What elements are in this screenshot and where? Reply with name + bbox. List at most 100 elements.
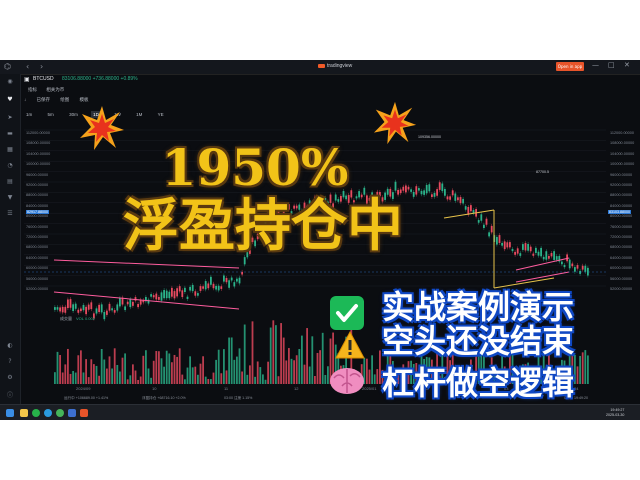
volume-bar xyxy=(223,349,225,384)
candle-body xyxy=(171,287,173,297)
interval-5m[interactable]: 5m xyxy=(46,111,56,118)
trendline-gold-bottom[interactable] xyxy=(493,277,555,289)
candle-body xyxy=(516,248,519,254)
candle-body xyxy=(485,218,488,225)
volume-bar xyxy=(303,364,306,384)
y-tick: 108000.00000 xyxy=(610,141,635,146)
candle-body xyxy=(451,190,454,196)
filter-icon[interactable]: ▼ xyxy=(6,194,14,201)
toolbar-saved[interactable]: 已保存 xyxy=(37,97,51,102)
volume-bar xyxy=(178,348,181,384)
grid-icon[interactable]: ▦ xyxy=(6,146,14,153)
volume-bar xyxy=(176,356,178,384)
volume-value: VOL 0.002 xyxy=(76,316,95,321)
browser-icon[interactable] xyxy=(44,409,52,417)
explorer-icon[interactable] xyxy=(20,409,28,417)
candle-body xyxy=(436,189,438,196)
y-tick: 100000.00000 xyxy=(610,162,635,167)
channel-lower[interactable] xyxy=(515,271,570,283)
candle-body xyxy=(87,304,90,310)
candle-body xyxy=(225,277,228,283)
candle-body xyxy=(540,247,542,257)
app-window: ⌬ ‹ › tradingview Open in app — □ ✕ ◉ ♥ … xyxy=(0,60,640,420)
candle-body xyxy=(210,276,212,285)
chart-icon[interactable]: ▤ xyxy=(6,178,14,185)
candle-body xyxy=(155,293,158,300)
candle-body xyxy=(563,264,566,268)
candle-body xyxy=(527,243,529,251)
candle-body xyxy=(72,304,74,312)
open-in-app-button[interactable]: Open in app xyxy=(556,62,584,71)
y-tick: 76000.00000 xyxy=(610,224,633,229)
candle-body xyxy=(158,296,160,300)
forward-icon[interactable]: › xyxy=(40,62,43,72)
maximize-button[interactable]: □ xyxy=(608,61,615,69)
volume-bar xyxy=(249,365,251,384)
candle-body xyxy=(85,306,87,315)
volume-bar xyxy=(106,368,108,384)
candle-body xyxy=(137,303,139,308)
list-icon[interactable]: ☰ xyxy=(6,210,14,217)
chat-icon[interactable] xyxy=(56,409,64,417)
candle-body xyxy=(233,282,236,287)
bell-icon[interactable]: ◐ xyxy=(6,342,14,349)
heart-icon[interactable]: ♥ xyxy=(6,96,14,103)
volume-bar xyxy=(306,328,308,384)
tab-related[interactable]: 相关为币 xyxy=(46,87,64,92)
volume-bar xyxy=(137,379,139,384)
candle-body xyxy=(108,303,111,311)
back-icon[interactable]: ‹ xyxy=(26,62,29,72)
volume-bar xyxy=(316,352,319,384)
volume-bar xyxy=(267,361,269,384)
volume-bar xyxy=(280,323,282,384)
settings-icon[interactable]: ⚙ xyxy=(6,374,14,381)
y-tick: 56000.00000 xyxy=(610,276,633,281)
interval-1mo[interactable]: 1M xyxy=(134,111,144,118)
candle-body xyxy=(550,253,553,257)
candle-body xyxy=(418,188,420,191)
volume-bar xyxy=(186,367,189,384)
info-icon[interactable]: ⓘ xyxy=(6,390,14,399)
candle-body xyxy=(514,251,516,255)
volume-bar xyxy=(111,368,113,384)
candle-body xyxy=(571,263,574,267)
peak-label: 109356.00000 xyxy=(418,135,441,139)
avatar-icon[interactable]: ◉ xyxy=(6,78,14,85)
folder-icon[interactable]: ▬ xyxy=(6,130,14,137)
candle-body xyxy=(449,196,451,200)
volume-bar xyxy=(371,355,373,384)
candle-body xyxy=(236,278,238,282)
toolbar-template[interactable]: 模板 xyxy=(80,97,89,102)
toolbar-draw[interactable]: 绘图 xyxy=(60,97,69,102)
volume-bar xyxy=(262,374,264,384)
candle-body xyxy=(529,246,532,252)
start-icon[interactable] xyxy=(6,409,14,417)
tab-indicators[interactable]: 指标 xyxy=(28,87,37,92)
symbol-ticker[interactable]: BTCUSD xyxy=(33,76,54,82)
toolbar-download[interactable]: ↓ xyxy=(24,97,26,102)
tradingview-taskbar-icon[interactable] xyxy=(80,409,88,417)
volume-bar xyxy=(376,369,379,384)
candle-body xyxy=(61,306,64,313)
wechat-icon[interactable] xyxy=(32,409,40,417)
y-tick: 72000.00000 xyxy=(610,235,633,240)
volume-bar xyxy=(308,366,311,384)
candle-body xyxy=(212,283,215,289)
cursor-icon[interactable]: ➤ xyxy=(6,114,14,121)
app-icon[interactable] xyxy=(68,409,76,417)
close-button[interactable]: ✕ xyxy=(624,61,630,69)
candle-body xyxy=(405,185,407,193)
trendline-lower[interactable] xyxy=(53,291,240,310)
interval-ye[interactable]: YE xyxy=(156,111,166,118)
volume-bar xyxy=(368,369,371,384)
interval-1m[interactable]: 1m xyxy=(24,111,34,118)
help-icon[interactable]: ? xyxy=(6,358,14,365)
candle-body xyxy=(230,277,233,281)
clock-icon[interactable]: ◔ xyxy=(6,162,14,169)
candle-body xyxy=(204,281,207,290)
trendline-upper[interactable] xyxy=(53,259,240,269)
y-tick: 104000.00000 xyxy=(610,151,635,156)
candle-body xyxy=(168,291,171,299)
volume-bar xyxy=(321,332,324,384)
minimize-button[interactable]: — xyxy=(592,61,599,69)
